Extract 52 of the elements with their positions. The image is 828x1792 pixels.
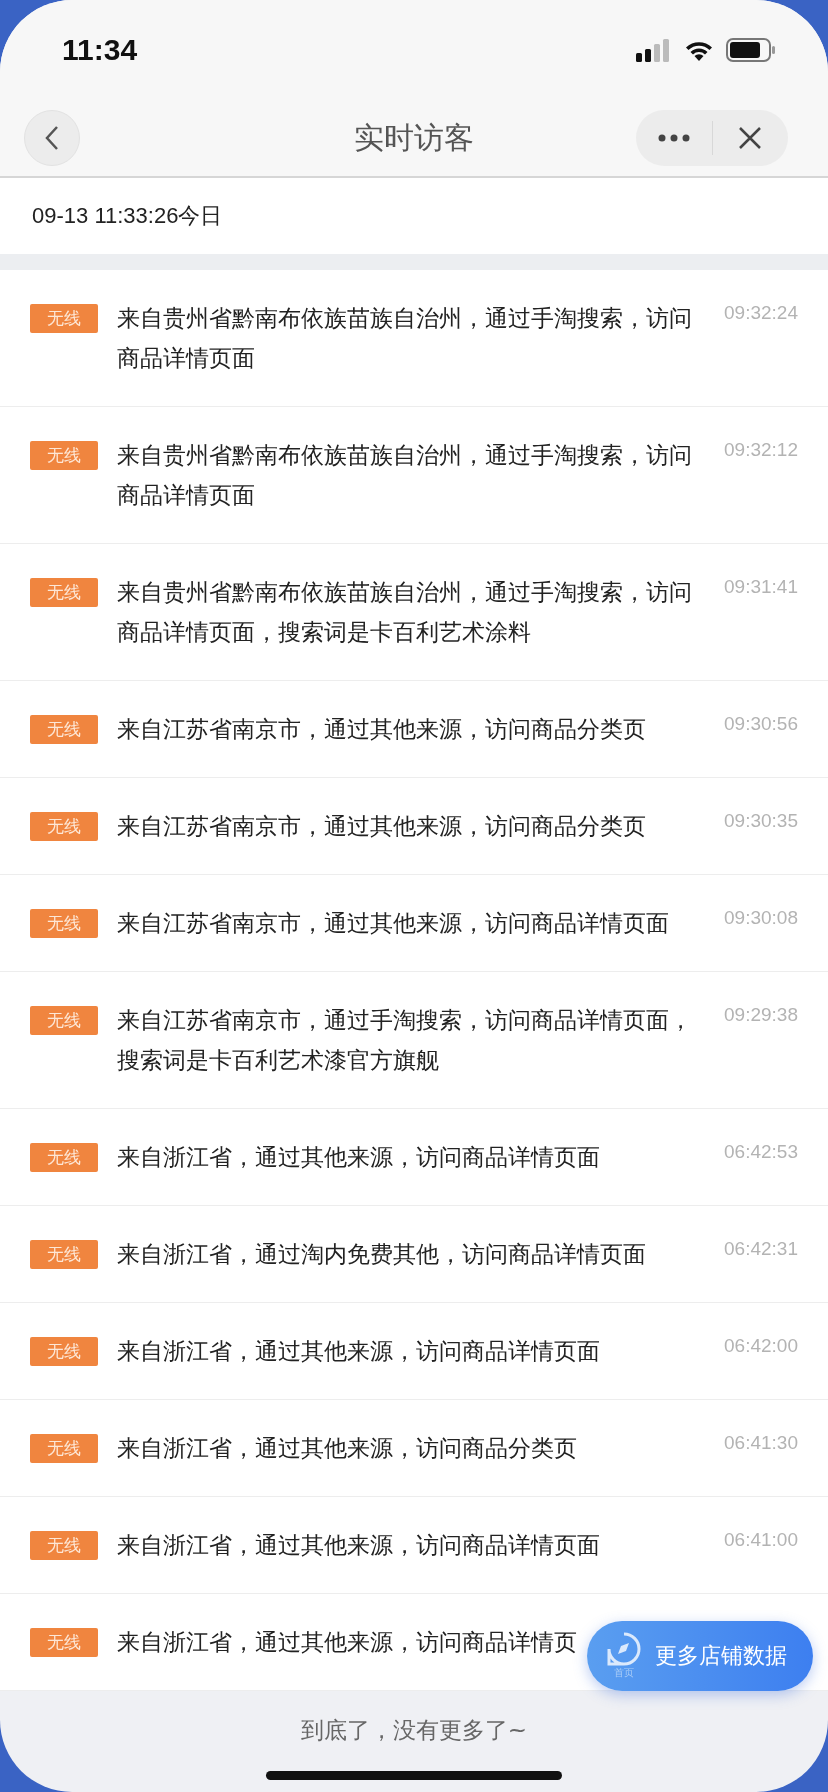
page-title: 实时访客 bbox=[354, 118, 474, 157]
visit-time: 09:30:35 bbox=[724, 810, 798, 832]
channel-tag: 无线 bbox=[30, 1628, 98, 1657]
visit-description: 来自浙江省，通过其他来源，访问商品详情页面 bbox=[117, 1337, 600, 1366]
wifi-icon bbox=[684, 39, 714, 61]
back-icon bbox=[44, 125, 60, 151]
channel-tag: 无线 bbox=[30, 909, 98, 938]
signal-icon bbox=[636, 38, 672, 62]
visit-description: 来自浙江省，通过其他来源，访问商品详情页面 bbox=[117, 1531, 600, 1560]
channel-tag: 无线 bbox=[30, 304, 98, 333]
back-button[interactable] bbox=[24, 110, 80, 166]
visit-time: 09:31:41 bbox=[724, 576, 798, 598]
visit-description: 来自江苏省南京市，通过其他来源，访问商品分类页 bbox=[117, 812, 646, 841]
visit-time: 09:30:56 bbox=[724, 713, 798, 735]
visit-time: 09:30:08 bbox=[724, 907, 798, 929]
channel-tag: 无线 bbox=[30, 578, 98, 607]
status-time: 11:34 bbox=[62, 33, 138, 67]
channel-tag: 无线 bbox=[30, 1337, 98, 1366]
visit-time: 06:41:30 bbox=[724, 1432, 798, 1454]
visit-time: 09:32:24 bbox=[724, 302, 798, 324]
visit-description: 来自浙江省，通过淘内免费其他，访问商品详情页面 bbox=[117, 1240, 646, 1269]
visit-description: 来自浙江省，通过其他来源，访问商品分类页 bbox=[117, 1434, 577, 1463]
visit-time: 06:42:00 bbox=[724, 1335, 798, 1357]
channel-tag: 无线 bbox=[30, 1434, 98, 1463]
visit-time: 06:42:31 bbox=[724, 1238, 798, 1260]
visit-description: 来自江苏省南京市，通过其他来源，访问商品详情页面 bbox=[117, 909, 669, 938]
visit-description: 来自浙江省，通过其他来源，访问商品详情页面 bbox=[117, 1143, 600, 1172]
visit-time: 09:29:38 bbox=[724, 1004, 798, 1026]
visit-description: 来自贵州省黔南布依族苗族自治州，通过手淘搜索，访问商品详情页面 bbox=[117, 304, 693, 373]
end-of-list-text: 到底了，没有更多了~ bbox=[300, 1716, 528, 1745]
more-shop-data-button[interactable]: 首页 更多店铺数据 bbox=[587, 1621, 813, 1691]
visit-description: 来自江苏省南京市，通过其他来源，访问商品分类页 bbox=[117, 715, 646, 744]
visit-description: 来自贵州省黔南布依族苗族自治州，通过手淘搜索，访问商品详情页面，搜索词是卡百利艺术涂料 bbox=[117, 578, 693, 647]
channel-tag: 无线 bbox=[30, 1531, 98, 1560]
visit-time: 09:32:12 bbox=[724, 439, 798, 461]
channel-tag: 无线 bbox=[30, 1143, 98, 1172]
channel-tag: 无线 bbox=[30, 441, 98, 470]
visit-description: 来自贵州省黔南布依族苗族自治州，通过手淘搜索，访问商品详情页面 bbox=[117, 441, 693, 510]
channel-tag: 无线 bbox=[30, 1006, 98, 1035]
more-icon bbox=[657, 134, 690, 142]
visit-time: 06:42:53 bbox=[724, 1141, 798, 1163]
channel-tag: 无线 bbox=[30, 715, 98, 744]
close-icon bbox=[738, 126, 763, 150]
visit-time: 06:41:00 bbox=[724, 1529, 798, 1551]
compass-icon bbox=[607, 1632, 641, 1666]
visit-description: 来自江苏省南京市，通过手淘搜索，访问商品详情页面，搜索词是卡百利艺术漆官方旗舰 bbox=[117, 1006, 693, 1075]
date-text: 09-13 11:33:26今日 bbox=[32, 202, 223, 230]
channel-tag: 无线 bbox=[30, 812, 98, 841]
channel-tag: 无线 bbox=[30, 1240, 98, 1269]
home-label: 首页 bbox=[614, 1666, 634, 1680]
battery-icon bbox=[726, 38, 776, 62]
visit-description: 来自浙江省，通过其他来源，访问商品详情页 bbox=[117, 1628, 577, 1657]
